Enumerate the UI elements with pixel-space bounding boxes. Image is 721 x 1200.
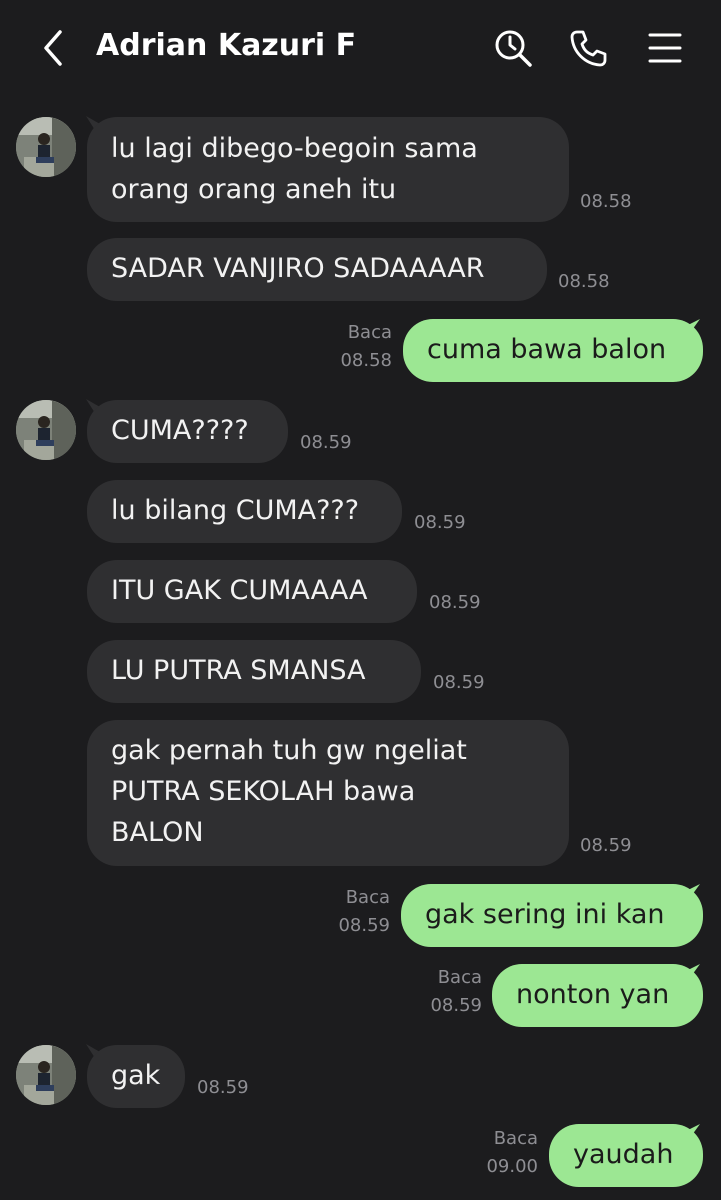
message-bubble-outgoing[interactable]: nonton yan <box>492 964 703 1027</box>
back-button[interactable] <box>28 22 78 74</box>
message-bubble-incoming[interactable]: LU PUTRA SMANSA <box>87 640 421 703</box>
back-chevron-icon <box>44 30 62 66</box>
avatar-photo <box>16 400 76 460</box>
message-read-status: Baca 08.59 <box>412 964 482 1020</box>
read-receipt: Baca <box>347 322 392 343</box>
message-bubble-outgoing[interactable]: cuma bawa balon <box>403 319 703 382</box>
message-time: 08.59 <box>430 995 482 1016</box>
contact-avatar[interactable] <box>16 1045 76 1105</box>
menu-icon <box>648 33 682 63</box>
message-time: 08.58 <box>580 191 632 212</box>
message-text-line: nonton yan <box>516 979 670 1010</box>
message-bubble-incoming[interactable]: lu bilang CUMA??? <box>87 480 402 543</box>
message-bubble-incoming[interactable]: ITU GAK CUMAAAA <box>87 560 417 623</box>
message-text-line: BALON <box>111 817 204 848</box>
menu-button[interactable] <box>639 22 691 74</box>
search-button[interactable] <box>487 22 539 74</box>
message-text-line: ITU GAK CUMAAAA <box>111 575 368 606</box>
avatar-photo <box>16 117 76 177</box>
message-text-line: SADAR VANJIRO SADAAAAR <box>111 253 485 284</box>
contact-avatar[interactable] <box>16 400 76 460</box>
message-read-status: Baca 09.00 <box>468 1125 538 1181</box>
contact-name[interactable]: Adrian Kazuri F <box>96 28 356 63</box>
message-text-line: yaudah <box>573 1139 674 1170</box>
message-bubble-outgoing[interactable]: gak sering ini kan <box>401 884 703 947</box>
message-read-status: Baca 08.58 <box>322 319 392 375</box>
message-time: 08.59 <box>338 915 390 936</box>
search-history-icon <box>495 30 532 67</box>
message-bubble-incoming[interactable]: SADAR VANJIRO SADAAAAR <box>87 238 547 301</box>
message-list[interactable]: lu lagi dibego-begoin sama orang orang a… <box>0 100 721 1200</box>
read-receipt: Baca <box>493 1128 538 1149</box>
message-time: 08.59 <box>414 512 466 533</box>
message-bubble-incoming[interactable]: CUMA???? <box>87 400 288 463</box>
message-time: 08.59 <box>429 592 481 613</box>
message-read-status: Baca 08.59 <box>320 884 390 940</box>
message-text-line: lu bilang CUMA??? <box>111 495 360 526</box>
message-time: 08.59 <box>197 1077 249 1098</box>
avatar-photo <box>16 1045 76 1105</box>
message-text-line: gak pernah tuh gw ngeliat <box>111 735 467 766</box>
message-bubble-incoming[interactable]: gak pernah tuh gw ngeliat PUTRA SEKOLAH … <box>87 720 569 866</box>
message-time: 08.59 <box>580 835 632 856</box>
message-bubble-incoming[interactable]: lu lagi dibego-begoin sama orang orang a… <box>87 117 569 222</box>
message-text-line: cuma bawa balon <box>427 334 667 365</box>
message-time: 08.58 <box>558 271 610 292</box>
phone-icon <box>570 30 607 67</box>
message-text-line: CUMA???? <box>111 415 249 446</box>
message-text-line: gak <box>111 1060 161 1091</box>
message-time: 08.58 <box>340 350 392 371</box>
contact-avatar[interactable] <box>16 117 76 177</box>
message-bubble-incoming[interactable]: gak <box>87 1045 185 1108</box>
chat-header: Adrian Kazuri F <box>0 0 721 100</box>
message-text-line: lu lagi dibego-begoin sama <box>111 133 478 164</box>
message-text-line: orang orang aneh itu <box>111 174 397 205</box>
message-time: 08.59 <box>433 672 485 693</box>
call-button[interactable] <box>562 22 614 74</box>
message-time: 09.00 <box>486 1156 538 1177</box>
message-time: 08.59 <box>300 432 352 453</box>
message-text-line: PUTRA SEKOLAH bawa <box>111 776 416 807</box>
read-receipt: Baca <box>437 967 482 988</box>
message-text-line: LU PUTRA SMANSA <box>111 655 366 686</box>
message-text-line: gak sering ini kan <box>425 899 665 930</box>
read-receipt: Baca <box>345 887 390 908</box>
message-bubble-outgoing[interactable]: yaudah <box>549 1124 703 1187</box>
